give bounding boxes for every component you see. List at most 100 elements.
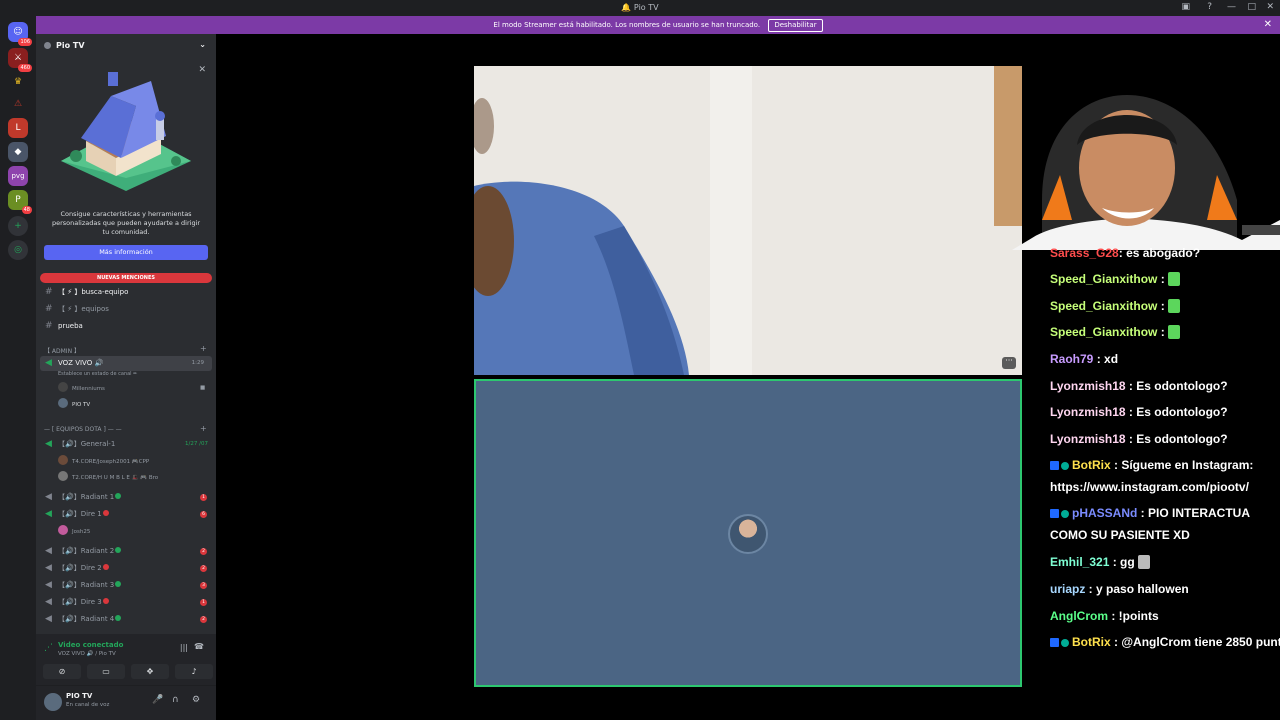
twitch-icon [1050,461,1059,470]
voice-channel-general[interactable]: ◀ 【🔊】General-1 1/27 /07 [36,437,216,452]
chat-message: AnglCrom : !points [1050,609,1159,623]
minimize-icon[interactable]: — [1227,2,1236,12]
window-title: 🔔 Pio TV [621,3,659,12]
voice-user[interactable]: Millenniums ■ [58,382,205,394]
close-window-icon[interactable]: ✕ [1266,2,1274,12]
user-panel: PIO TV En canal de voz 🎤 ∩ ⚙ [36,686,216,720]
speaker-icon: ◀ [45,509,52,519]
green-dot [115,547,122,553]
voice-participant-tile[interactable] [474,379,1022,687]
pvg-server-icon[interactable]: pvg [8,166,28,186]
channel-equipos[interactable]: # 【 ⚡ 】equipos [36,302,216,317]
headphones-icon[interactable]: ∩ [172,695,179,705]
voice-channel-radiant-2[interactable]: ◀ 【🔊】Radiant 22 [36,544,216,559]
avatar [58,455,68,465]
avatar [58,471,68,481]
channel-busca-equipo[interactable]: # 【 ⚡ 】busca-equipo [36,285,216,300]
emote-icon [1138,555,1151,569]
voice-user[interactable]: PIO TV [58,398,90,410]
chat-username: AnglCrom [1050,609,1108,623]
title-bar: 🔔 Pio TV ▣ ? — □ ✕ [0,0,1280,16]
direct-messages-icon[interactable]: ☺ 106 [8,22,32,46]
category-admin[interactable]: 【 ADMIN 】 + [44,344,207,355]
screen-share-tile[interactable]: ··· [474,66,1022,375]
chat-message: uriapz : y paso hallowen [1050,582,1189,596]
channel-status[interactable]: Establece un estado de canal ✏ [58,368,137,380]
add-server-icon[interactable]: + [8,216,28,236]
red-dot [102,510,109,516]
user-name[interactable]: PIO TV [66,692,92,700]
speaker-icon: ◀ [45,439,52,449]
explore-icon[interactable]: ◎ [8,240,28,260]
new-mentions-pill[interactable]: NUEVAS MENCIONES [40,273,212,283]
add-channel-icon[interactable]: + [200,424,207,433]
streamer-mode-banner: El modo Streamer está habilitado. Los no… [36,16,1280,34]
webcam-image [1012,95,1280,250]
add-channel-icon[interactable]: + [200,344,207,353]
voice-user[interactable]: T2.CORE/H U M B L E 🎩 🎮 Bro [58,471,158,483]
chat-username: Raoh79 [1050,352,1094,366]
pio-tv-server-icon[interactable]: P 48 [8,190,32,214]
inbox-icon[interactable]: ▣ [1181,2,1190,12]
twitch-icon [1050,509,1059,518]
close-banner-icon[interactable]: ✕ [1264,16,1272,34]
green-dot [115,493,122,499]
voice-channel-path[interactable]: VOZ VIVO 🔊 / Pio TV [58,651,116,657]
gear-icon[interactable]: ⚙ [192,695,200,705]
diamond-server-icon[interactable]: ◆ [8,142,28,162]
streamer-mode-text: El modo Streamer está habilitado. Los no… [493,21,761,29]
camera-off-button[interactable]: ⊘ [43,664,81,679]
avatar[interactable] [44,693,62,711]
screen-share-button[interactable]: ▭ [87,664,125,679]
promo-text: Consigue características y herramientas … [51,210,201,236]
speaker-icon: ◀ [45,492,52,502]
chat-username: Speed_Gianxithow [1050,272,1158,286]
close-promo-icon[interactable]: ✕ [198,65,206,75]
speaker-icon: ◀ [45,546,52,556]
disconnect-icon[interactable]: ☎ [194,642,204,651]
red-server-icon[interactable]: ⚠ [8,94,28,114]
chat-message: Lyonzmish18 : Es odontologo? [1050,432,1228,446]
voice-channel-dire-1[interactable]: ◀ 【🔊】Dire 16 [36,507,216,522]
camera-feed-image [474,66,1022,375]
hash-icon: # [45,304,53,314]
category-equipos-dota[interactable]: — [ EQUIPOS DOTA ] — — + [44,424,207,433]
crown-server-icon[interactable]: ♛ [8,72,28,92]
voice-channel-radiant-4[interactable]: ◀ 【🔊】Radiant 42 [36,612,216,627]
chat-message: Raoh79 : xd [1050,352,1119,366]
soundboard-button[interactable]: ♪ [175,664,213,679]
noise-suppression-icon[interactable]: ||| [180,643,188,652]
emote-icon [1168,272,1181,286]
voice-user[interactable]: Josh25 [58,525,90,537]
help-icon[interactable]: ? [1207,2,1212,12]
chat-message: Speed_Gianxithow : [1050,323,1280,341]
chevron-down-icon[interactable]: ⌄ [199,40,206,49]
video-connected-status[interactable]: Video conectado [58,641,123,649]
signal-icon[interactable]: ⋰ [44,643,53,653]
twitch-icon [1050,638,1059,647]
chat-message: BotRix : Sígueme en Instagram: https://w… [1050,458,1254,494]
voice-channel-dire-2[interactable]: ◀ 【🔊】Dire 22 [36,561,216,576]
avatar [58,525,68,535]
voice-channel-radiant-1[interactable]: ◀ 【🔊】Radiant 11 [36,490,216,505]
speaker-icon: ◀ [45,358,52,368]
voice-channel-dire-3[interactable]: ◀ 【🔊】Dire 31 [36,595,216,610]
voice-user[interactable]: T4.CORE/Joseph2001 🎮CPP [58,455,149,467]
red-dot [102,564,109,570]
speaker-icon: ◀ [45,563,52,573]
avatar [58,382,68,392]
microphone-icon[interactable]: 🎤 [152,695,163,705]
chat-username: Emhil_321 [1050,555,1110,569]
l-server-icon[interactable]: L [8,118,28,138]
server-icon[interactable]: ⚔ 460 [8,48,32,72]
server-header[interactable]: Pio TV ⌄ [36,34,216,58]
channel-prueba[interactable]: # prueba [36,319,216,334]
voice-channel-radiant-3[interactable]: ◀ 【🔊】Radiant 33 [36,578,216,593]
more-info-button[interactable]: Más información [44,245,208,260]
maximize-icon[interactable]: □ [1247,2,1256,12]
more-options-icon[interactable]: ··· [1002,357,1016,369]
disable-streamer-button[interactable]: Deshabilitar [768,19,823,32]
chat-username: uriapz [1050,582,1086,596]
chat-username: Speed_Gianxithow [1050,325,1158,339]
activities-button[interactable]: ✥ [131,664,169,679]
